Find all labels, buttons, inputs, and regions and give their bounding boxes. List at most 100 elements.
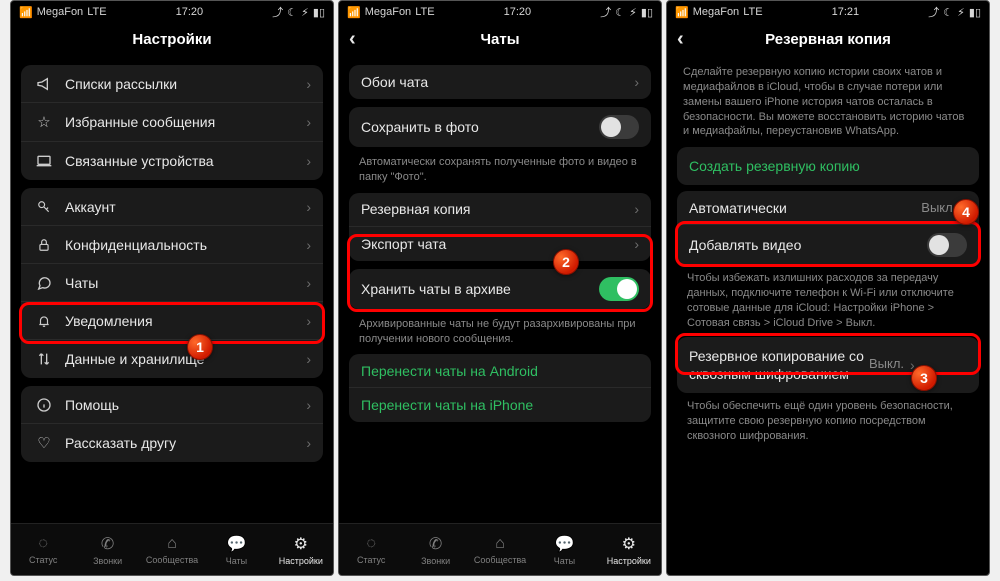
step-badge-4: 4 bbox=[953, 199, 979, 225]
row-account[interactable]: Аккаунт › bbox=[21, 188, 323, 226]
navbar: ‹ Резервная копия bbox=[667, 23, 989, 55]
chat-bubble-icon bbox=[33, 275, 55, 291]
step-badge-3: 3 bbox=[911, 365, 937, 391]
panel-chats: 📶 MegaFon LTE 17:20 ⤴︎ ☾ ⚡︎ ▮▯ ‹ Чаты Об… bbox=[338, 0, 662, 576]
caption-archive: Архивированные чаты не будут разархивиро… bbox=[349, 317, 651, 347]
group-icon: ⌂ bbox=[167, 535, 177, 553]
step-badge-2: 2 bbox=[553, 249, 579, 275]
network-label: LTE bbox=[87, 6, 106, 18]
row-export-chat[interactable]: Экспорт чата › bbox=[349, 227, 651, 261]
tab-calls[interactable]: ✆Звонки bbox=[403, 524, 467, 575]
gear-icon: ⚙ bbox=[294, 534, 308, 554]
signal-icon: 📶 bbox=[347, 6, 361, 19]
navbar: ‹ Чаты bbox=[339, 23, 661, 55]
row-move-android[interactable]: Перенести чаты на Android bbox=[349, 354, 651, 388]
tab-calls[interactable]: ✆Звонки bbox=[75, 524, 139, 575]
bell-icon bbox=[33, 313, 55, 329]
chevron-right-icon: › bbox=[634, 201, 639, 217]
moon-icon: ☾ bbox=[287, 6, 297, 19]
chevron-right-icon: › bbox=[306, 76, 311, 92]
row-linked-devices[interactable]: Связанные устройства › bbox=[21, 142, 323, 180]
page-title: Настройки bbox=[11, 31, 333, 48]
group-top: Списки рассылки › ☆ Избранные сообщения … bbox=[21, 65, 323, 180]
switch-archive[interactable] bbox=[599, 277, 639, 301]
row-backup[interactable]: Резервная копия › bbox=[349, 193, 651, 227]
caption-video: Чтобы избежать излишних расходов за пере… bbox=[677, 271, 979, 330]
tab-bar: ◌Статус ✆Звонки ⌂Сообщества 💬Чаты ⚙Настр… bbox=[11, 523, 333, 575]
row-tell-friend[interactable]: ♡ Рассказать другу › bbox=[21, 424, 323, 462]
tab-status[interactable]: ◌Статус bbox=[339, 524, 403, 575]
megaphone-icon bbox=[33, 76, 55, 92]
chevron-right-icon: › bbox=[306, 351, 311, 367]
lock-icon: ⤴︎ bbox=[272, 4, 283, 20]
bt-icon: ⚡︎ bbox=[301, 6, 309, 19]
auto-value: Выкл. bbox=[921, 200, 956, 215]
carrier-label: MegaFon bbox=[37, 6, 83, 18]
chevron-right-icon: › bbox=[306, 275, 311, 291]
row-move-iphone[interactable]: Перенести чаты на iPhone bbox=[349, 388, 651, 422]
status-bar: 📶 MegaFon LTE 17:21 ⤴︎ ☾ ⚡︎ ▮▯ bbox=[667, 1, 989, 23]
tab-chats[interactable]: 💬Чаты bbox=[204, 524, 268, 575]
clock: 17:20 bbox=[107, 6, 273, 18]
row-help[interactable]: Помощь › bbox=[21, 386, 323, 424]
page-title: Резервная копия bbox=[667, 31, 989, 48]
row-chats[interactable]: Чаты › bbox=[21, 264, 323, 302]
info-icon bbox=[33, 397, 55, 413]
back-button[interactable]: ‹ bbox=[677, 29, 684, 49]
page-title: Чаты bbox=[339, 31, 661, 48]
heart-icon: ♡ bbox=[33, 434, 55, 452]
row-wallpaper[interactable]: Обои чата › bbox=[349, 65, 651, 99]
status-bar: 📶 MegaFon LTE 17:20 ⤴︎ ☾ ⚡︎ ▮▯ bbox=[339, 1, 661, 23]
clock: 17:21 bbox=[763, 6, 929, 18]
laptop-icon bbox=[33, 155, 55, 167]
caption-save-photos: Автоматически сохранять полученные фото … bbox=[349, 155, 651, 185]
chevron-right-icon: › bbox=[306, 199, 311, 215]
chevron-right-icon: › bbox=[306, 435, 311, 451]
row-privacy[interactable]: Конфиденциальность › bbox=[21, 226, 323, 264]
row-create-backup[interactable]: Создать резервную копию bbox=[677, 147, 979, 185]
caption-e2e: Чтобы обеспечить ещё один уровень безопа… bbox=[677, 399, 979, 444]
panel-backup: 📶 MegaFon LTE 17:21 ⤴︎ ☾ ⚡︎ ▮▯ ‹ Резервн… bbox=[666, 0, 990, 576]
updown-icon bbox=[33, 351, 55, 367]
row-notifications[interactable]: Уведомления › bbox=[21, 302, 323, 340]
status-icon: ◌ bbox=[38, 535, 48, 553]
battery-icon: ▮▯ bbox=[313, 6, 325, 19]
row-save-to-photos[interactable]: Сохранить в фото bbox=[349, 107, 651, 147]
row-include-video[interactable]: Добавлять видео bbox=[677, 225, 979, 265]
group-main: Аккаунт › Конфиденциальность › Чаты › Ув… bbox=[21, 188, 323, 378]
group-help: Помощь › ♡ Рассказать другу › bbox=[21, 386, 323, 462]
clock: 17:20 bbox=[435, 6, 601, 18]
step-badge-1: 1 bbox=[187, 334, 213, 360]
tab-status[interactable]: ◌Статус bbox=[11, 524, 75, 575]
phone-icon: ✆ bbox=[101, 534, 114, 554]
switch-include-video[interactable] bbox=[927, 233, 967, 257]
chevron-right-icon: › bbox=[306, 237, 311, 253]
switch-save-photos[interactable] bbox=[599, 115, 639, 139]
tab-bar: ◌Статус ✆Звонки ⌂Сообщества 💬Чаты ⚙Настр… bbox=[339, 523, 661, 575]
e2e-value: Выкл. bbox=[869, 356, 904, 373]
panel-settings: 📶 MegaFon LTE 17:20 ⤴︎ ☾ ⚡︎ ▮▯ Настройки… bbox=[10, 0, 334, 576]
tab-communities[interactable]: ⌂Сообщества bbox=[468, 524, 532, 575]
chevron-right-icon: › bbox=[306, 114, 311, 130]
row-storage[interactable]: Данные и хранилище › bbox=[21, 340, 323, 378]
chevron-right-icon: › bbox=[634, 74, 639, 90]
tab-settings[interactable]: ⚙Настройки bbox=[597, 524, 661, 575]
tab-settings[interactable]: ⚙Настройки bbox=[269, 524, 333, 575]
intro-caption: Сделайте резервную копию истории своих ч… bbox=[677, 65, 979, 141]
chat-icon: 💬 bbox=[226, 534, 246, 554]
row-broadcast-lists[interactable]: Списки рассылки › bbox=[21, 65, 323, 103]
navbar: Настройки bbox=[11, 23, 333, 55]
chevron-right-icon: › bbox=[306, 397, 311, 413]
back-button[interactable]: ‹ bbox=[349, 29, 356, 49]
row-auto[interactable]: Автоматически Выкл. › bbox=[677, 191, 979, 225]
status-bar: 📶 MegaFon LTE 17:20 ⤴︎ ☾ ⚡︎ ▮▯ bbox=[11, 1, 333, 23]
tab-chats[interactable]: 💬Чаты bbox=[532, 524, 596, 575]
tab-communities[interactable]: ⌂Сообщества bbox=[140, 524, 204, 575]
lock-icon bbox=[33, 237, 55, 253]
key-icon bbox=[33, 199, 55, 215]
chevron-right-icon: › bbox=[306, 153, 311, 169]
chevron-right-icon: › bbox=[306, 313, 311, 329]
row-starred[interactable]: ☆ Избранные сообщения › bbox=[21, 103, 323, 142]
row-keep-archived[interactable]: Хранить чаты в архиве bbox=[349, 269, 651, 309]
signal-icon: 📶 bbox=[19, 6, 33, 19]
